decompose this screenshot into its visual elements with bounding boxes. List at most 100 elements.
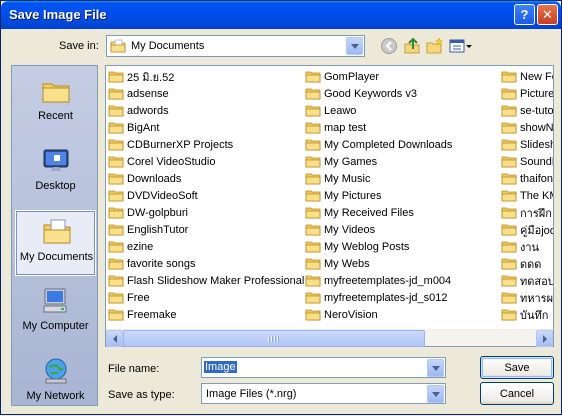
- folder-item[interactable]: map test: [305, 119, 366, 136]
- folder-item[interactable]: My Weblog Posts: [305, 238, 409, 255]
- folder-item[interactable]: ทดสอบ: [501, 272, 553, 289]
- folder-item[interactable]: Flash Slideshow Maker Professional: [108, 272, 304, 289]
- place-label: Recent: [38, 110, 73, 122]
- close-button[interactable]: ✕: [537, 4, 558, 25]
- folder-icon: [501, 70, 520, 83]
- file-name-input[interactable]: Image: [201, 357, 446, 378]
- folder-item[interactable]: SoundB: [501, 153, 553, 170]
- folder-item[interactable]: การฝึก: [501, 204, 552, 221]
- scroll-thumb[interactable]: [123, 330, 425, 347]
- view-menu-button[interactable]: [449, 36, 473, 56]
- folder-item[interactable]: NeroVision: [305, 306, 378, 323]
- folder-icon: [108, 291, 127, 304]
- file-name-dropdown-arrow[interactable]: [427, 359, 444, 377]
- folder-name: myfreetemplates-jd_s012: [324, 291, 448, 304]
- folder-item[interactable]: My Music: [305, 170, 370, 187]
- folder-item[interactable]: Good Keywords v3: [305, 85, 417, 102]
- folder-item[interactable]: คู่มือjoo: [501, 221, 553, 238]
- folder-item[interactable]: My Received Files: [305, 204, 414, 221]
- folder-item[interactable]: BigAnt: [108, 119, 159, 136]
- folder-item[interactable]: บันทึก: [501, 306, 548, 323]
- folder-name: GomPlayer: [324, 70, 380, 83]
- folder-name: My Music: [324, 172, 371, 185]
- folder-name: myfreetemplates-jd_m004: [324, 274, 452, 287]
- folder-item[interactable]: thaifon: [501, 170, 553, 187]
- folder-name: Flash Slideshow Maker Professional: [127, 274, 305, 287]
- folder-name: favorite songs: [127, 257, 196, 270]
- save-in-dropdown[interactable]: My Documents: [106, 35, 365, 57]
- folder-item[interactable]: adsense: [108, 85, 169, 102]
- folder-icon: [305, 87, 324, 100]
- folder-icon: [501, 104, 520, 117]
- save-in-dropdown-arrow[interactable]: [346, 37, 363, 55]
- chevron-down-icon: [431, 365, 440, 371]
- folder-name: BigAnt: [127, 121, 160, 134]
- folder-name: EnglishTutor: [127, 223, 189, 236]
- file-name-label: File name:: [108, 363, 160, 375]
- folder-item[interactable]: adwords: [108, 102, 169, 119]
- folder-icon: [108, 172, 127, 185]
- folder-name: Leawo: [324, 104, 357, 117]
- save-as-type-dropdown[interactable]: Image Files (*.nrg): [201, 383, 446, 404]
- folder-item[interactable]: Downloads: [108, 170, 181, 187]
- folder-item[interactable]: Freemake: [108, 306, 177, 323]
- folder-item[interactable]: ezine: [108, 238, 153, 255]
- folder-name: adsense: [127, 87, 169, 100]
- places-bar: Recent Desktop My Documents My Computer …: [11, 65, 98, 406]
- folder-name: ทหารผ: [520, 292, 554, 305]
- folder-item[interactable]: งาน: [501, 238, 539, 255]
- file-list[interactable]: 25 มิ.ย.52 adsense adwords BigAnt CDBurnerXP…: [105, 65, 554, 347]
- folder-name: การฝึก: [520, 207, 552, 220]
- folder-item[interactable]: Corel VideoStudio: [108, 153, 215, 170]
- new-folder-button[interactable]: [425, 36, 445, 56]
- folder-item[interactable]: favorite songs: [108, 255, 195, 272]
- place-desktop[interactable]: Desktop: [15, 140, 96, 206]
- folder-item[interactable]: EnglishTutor: [108, 221, 188, 238]
- folder-item[interactable]: CDBurnerXP Projects: [108, 136, 233, 153]
- save-button[interactable]: Save: [480, 356, 554, 379]
- my-network-icon: [45, 358, 67, 384]
- folder-item[interactable]: My Videos: [305, 221, 375, 238]
- folder-name: SoundB: [520, 155, 553, 168]
- folder-item[interactable]: GomPlayer: [305, 68, 379, 85]
- folder-item[interactable]: My Completed Downloads: [305, 136, 452, 153]
- folder-item[interactable]: Picture: [501, 85, 553, 102]
- scroll-left-button[interactable]: [106, 330, 123, 347]
- place-recent[interactable]: Recent: [15, 70, 96, 136]
- scroll-right-button[interactable]: [536, 330, 553, 347]
- help-button[interactable]: ?: [514, 4, 535, 25]
- folder-icon: [305, 240, 324, 253]
- folder-item[interactable]: showNe: [501, 119, 554, 136]
- folder-name: My Pictures: [324, 189, 382, 202]
- folder-item[interactable]: ดดด: [501, 255, 541, 272]
- folder-item[interactable]: Leawo: [305, 102, 356, 119]
- place-my-computer[interactable]: My Computer: [15, 280, 96, 346]
- folder-item[interactable]: myfreetemplates-jd_m004: [305, 272, 451, 289]
- place-my-network[interactable]: My Network: [15, 350, 96, 416]
- folder-item[interactable]: Slidesh: [501, 136, 553, 153]
- cancel-button[interactable]: Cancel: [480, 382, 554, 405]
- horizontal-scrollbar[interactable]: [106, 329, 553, 347]
- folder-item[interactable]: se-tuto: [501, 102, 553, 119]
- place-my-documents[interactable]: My Documents: [15, 210, 96, 276]
- folder-item[interactable]: The KM: [501, 187, 553, 204]
- back-button[interactable]: [379, 36, 399, 56]
- folder-icon: [108, 121, 127, 134]
- save-as-type-dropdown-arrow[interactable]: [427, 385, 444, 403]
- folder-name: map test: [324, 121, 367, 134]
- folder-item[interactable]: My Webs: [305, 255, 370, 272]
- folder-name: Free: [127, 291, 150, 304]
- folder-item[interactable]: 25 มิ.ย.52: [108, 68, 174, 85]
- folder-icon: [501, 155, 520, 168]
- folder-name: showNe: [520, 121, 554, 134]
- folder-item[interactable]: New Fo: [501, 68, 553, 85]
- folder-item[interactable]: DW-golpburi: [108, 204, 188, 221]
- up-folder-button[interactable]: [402, 36, 422, 56]
- folder-item[interactable]: ทหารผ: [501, 289, 553, 306]
- folder-item[interactable]: Free: [108, 289, 150, 306]
- folder-item[interactable]: DVDVideoSoft: [108, 187, 198, 204]
- folder-item[interactable]: My Games: [305, 153, 377, 170]
- folder-item[interactable]: myfreetemplates-jd_s012: [305, 289, 448, 306]
- folder-item[interactable]: My Pictures: [305, 187, 381, 204]
- folder-icon: [501, 138, 520, 151]
